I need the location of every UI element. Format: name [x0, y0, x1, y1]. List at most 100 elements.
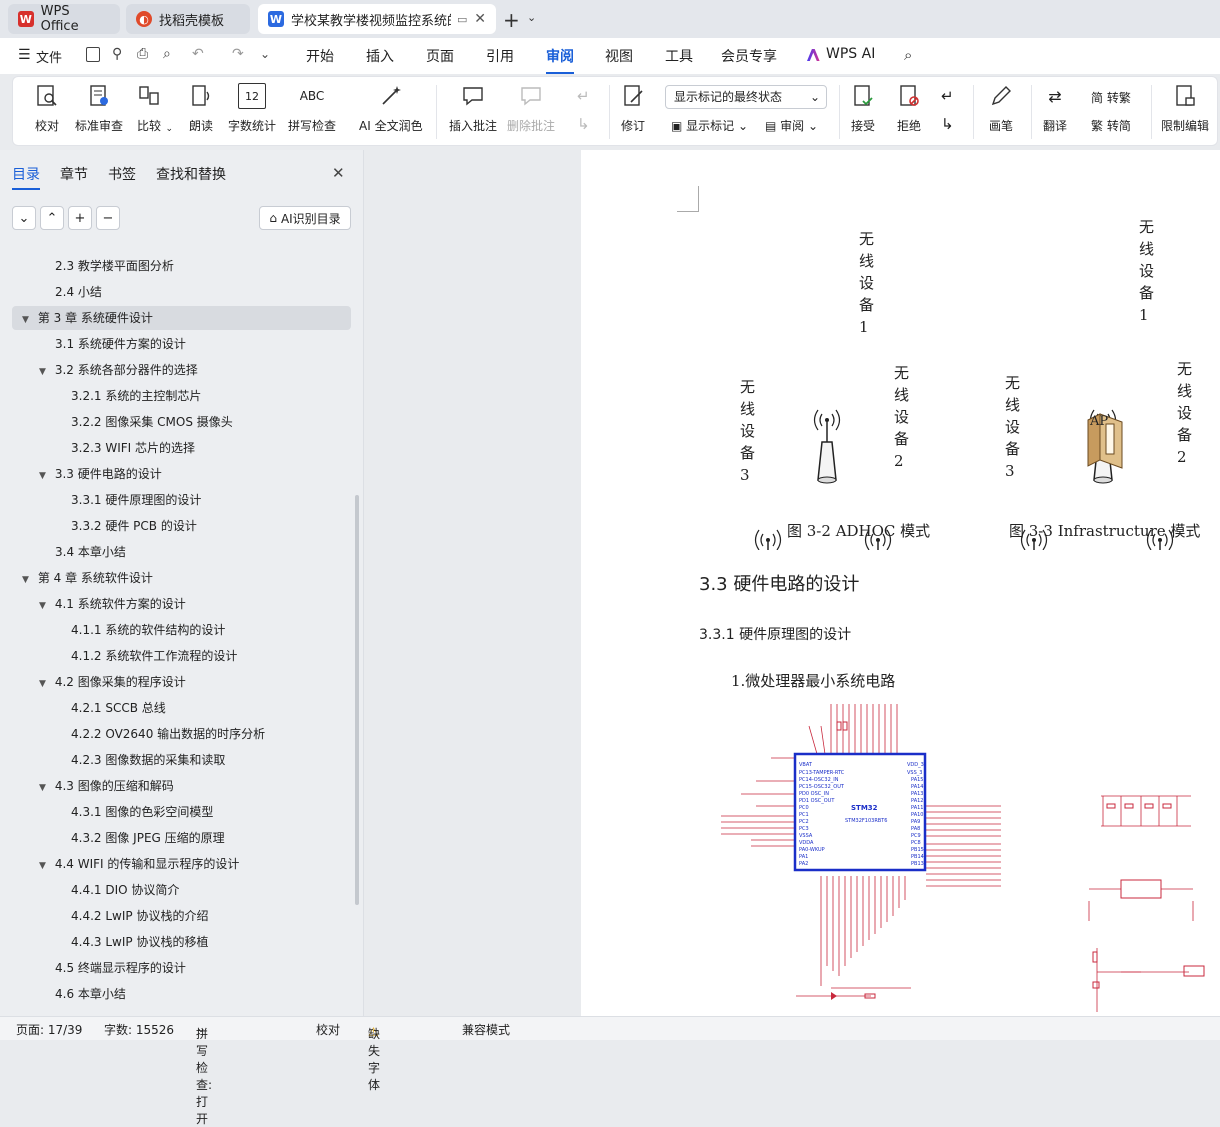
menu-reference[interactable]: 引用: [486, 46, 514, 66]
prev-comment-icon[interactable]: ↵: [577, 87, 590, 105]
menu-insert[interactable]: 插入: [366, 46, 394, 66]
expand-up-icon[interactable]: ⌃: [40, 206, 64, 230]
undo-icon[interactable]: ↶: [192, 46, 204, 62]
menu-tools[interactable]: 工具: [665, 46, 693, 66]
tab-find-replace[interactable]: 查找和替换: [156, 164, 226, 184]
delete-comment-button[interactable]: 删除批注: [507, 83, 555, 134]
toc-item[interactable]: 3.4 本章小结: [55, 540, 126, 564]
tab-bookmarks[interactable]: 书签: [108, 164, 136, 184]
toc-item[interactable]: 4.3.2 图像 JPEG 压缩的原理: [71, 826, 225, 850]
review-pane-button[interactable]: ▤ 审阅 ⌄: [765, 117, 818, 134]
add-heading-icon[interactable]: +: [68, 206, 92, 230]
word-count-button[interactable]: 12 字数统计: [228, 83, 276, 134]
translate-button[interactable]: ⇄ 翻译: [1041, 83, 1069, 134]
show-markup-button[interactable]: ▣ 显示标记 ⌄: [671, 117, 748, 134]
to-simplified-button[interactable]: 繁 转简: [1091, 117, 1131, 134]
close-pane-icon[interactable]: ✕: [332, 164, 345, 182]
tab-toc[interactable]: 目录: [12, 164, 40, 190]
file-menu[interactable]: 文件: [36, 47, 62, 66]
new-tab-icon[interactable]: +: [503, 8, 520, 32]
word-count-indicator[interactable]: 字数: 15526: [104, 1021, 174, 1038]
spell-check-button[interactable]: ABC 拼写检查: [288, 83, 336, 134]
more-chevron-icon[interactable]: ⌄: [260, 47, 270, 61]
to-traditional-button[interactable]: 简 转繁: [1091, 89, 1131, 106]
expanded-triangle-icon: ▼: [39, 367, 46, 377]
tab-list-chevron-icon[interactable]: ⌄: [527, 11, 536, 24]
toc-item[interactable]: 4.6 本章小结: [55, 982, 126, 1006]
document-page[interactable]: 无线设备1 无线设备3 无线设备2 无线设备1 无线设备3 无线设备2 AP 图…: [581, 150, 1220, 1016]
tab-chapters[interactable]: 章节: [60, 164, 88, 184]
menu-page[interactable]: 页面: [426, 46, 454, 66]
toc-item[interactable]: 3.2.1 系统的主控制芯片: [71, 384, 201, 408]
redo-icon[interactable]: ↷: [232, 46, 244, 62]
collapse-all-icon[interactable]: ⌄: [12, 206, 36, 230]
hamburger-icon[interactable]: ☰: [18, 47, 31, 63]
toc-item[interactable]: ▼ 3.2 系统各部分器件的选择: [39, 358, 198, 382]
insert-comment-button[interactable]: 插入批注: [449, 83, 497, 134]
toc-item[interactable]: 4.1.2 系统软件工作流程的设计: [71, 644, 237, 668]
device-label: 无线设备1: [1139, 218, 1155, 324]
toc-item[interactable]: 4.4.3 LwIP 协议栈的移植: [71, 930, 208, 954]
remove-heading-icon[interactable]: −: [96, 206, 120, 230]
toc-scrollbar[interactable]: [355, 495, 359, 905]
toc-item[interactable]: 3.2.3 WIFI 芯片的选择: [71, 436, 195, 460]
toc-item[interactable]: 3.3.2 硬件 PCB 的设计: [71, 514, 197, 538]
magic-wand-icon: [377, 83, 405, 109]
print-icon[interactable]: ⎙: [137, 46, 148, 62]
toc-item[interactable]: ▼ 4.2 图像采集的程序设计: [39, 670, 186, 694]
proofread-button[interactable]: 校对: [33, 83, 61, 134]
toc-item[interactable]: 3.3.1 硬件原理图的设计: [71, 488, 201, 512]
toc-item[interactable]: 4.5 终端显示程序的设计: [55, 956, 186, 980]
menu-view[interactable]: 视图: [605, 46, 633, 66]
tab-template[interactable]: ◐ 找稻壳模板: [126, 4, 250, 34]
markup-state-select[interactable]: 显示标记的最终状态 ⌄: [665, 85, 827, 109]
toc-item[interactable]: 2.4 小结: [55, 280, 102, 304]
read-aloud-button[interactable]: 朗读: [187, 83, 215, 134]
toc-item[interactable]: 4.4.2 LwIP 协议栈的介绍: [71, 904, 208, 928]
compare-button[interactable]: 比较 ⌄: [135, 83, 173, 134]
toc-item[interactable]: 3.1 系统硬件方案的设计: [55, 332, 186, 356]
toc-item[interactable]: 4.3.1 图像的色彩空间模型: [71, 800, 213, 824]
menu-wps-ai[interactable]: WPS AI: [826, 46, 875, 62]
spell-check-status[interactable]: 拼写检查: 打开 ⌄: [196, 1021, 212, 1126]
share-icon[interactable]: ⚲: [112, 46, 122, 62]
print-preview-icon[interactable]: ⌕: [163, 46, 171, 62]
toc-item[interactable]: 4.2.3 图像数据的采集和读取: [71, 748, 225, 772]
menu-home[interactable]: 开始: [306, 46, 334, 66]
menu-member[interactable]: 会员专享: [721, 46, 777, 66]
toc-item[interactable]: 2.3 教学楼平面图分析: [55, 254, 174, 278]
toc-item[interactable]: 4.4.1 DIO 协议简介: [71, 878, 179, 902]
ribbon-separator: [436, 85, 437, 139]
standard-review-button[interactable]: 标准审查: [75, 83, 123, 134]
toc-item[interactable]: 3.2.2 图像采集 CMOS 摄像头: [71, 410, 233, 434]
pen-button[interactable]: 画笔: [987, 83, 1015, 134]
prev-change-icon[interactable]: ↵: [941, 87, 954, 105]
save-icon[interactable]: [86, 47, 100, 62]
toc-item[interactable]: ▼ 4.1 系统软件方案的设计: [39, 592, 186, 616]
toc-item[interactable]: ▼ 第 4 章 系统软件设计: [22, 566, 153, 590]
tab-wps-office[interactable]: W WPS Office: [8, 4, 120, 34]
proofread-status[interactable]: 校对: [316, 1021, 340, 1038]
search-icon[interactable]: ⌕: [904, 46, 912, 64]
toc-item[interactable]: 4.2.1 SCCB 总线: [71, 696, 166, 720]
ai-polish-button[interactable]: AI 全文润色: [359, 83, 423, 134]
toc-item-selected[interactable]: ▼ 第 3 章 系统硬件设计: [12, 306, 351, 330]
accept-button[interactable]: 接受: [849, 83, 877, 134]
toc-item[interactable]: 4.1.1 系统的软件结构的设计: [71, 618, 225, 642]
expanded-triangle-icon: ▼: [39, 679, 46, 689]
next-comment-icon[interactable]: ↳: [577, 115, 590, 133]
toc-item[interactable]: ▼ 4.4 WIFI 的传输和显示程序的设计: [39, 852, 239, 876]
toc-item[interactable]: ▼ 3.3 硬件电路的设计: [39, 462, 162, 486]
revise-button[interactable]: 修订: [619, 83, 647, 134]
reject-button[interactable]: 拒绝: [895, 83, 923, 134]
ai-toc-button[interactable]: ⌂ AI识别目录: [259, 206, 351, 230]
toc-item[interactable]: ▼ 4.3 图像的压缩和解码: [39, 774, 174, 798]
toc-item[interactable]: 4.2.2 OV2640 输出数据的时序分析: [71, 722, 265, 746]
page-indicator[interactable]: 页面: 17/39: [16, 1021, 82, 1038]
tab-document[interactable]: W 学校某教学楼视频监控系统的 ▭ ✕: [258, 4, 496, 34]
menu-review[interactable]: 审阅: [546, 46, 574, 74]
restrict-edit-button[interactable]: 限制编辑: [1161, 83, 1209, 134]
monitor-icon[interactable]: ▭: [457, 13, 467, 26]
close-tab-icon[interactable]: ✕: [474, 11, 486, 27]
next-change-icon[interactable]: ↳: [941, 115, 954, 133]
